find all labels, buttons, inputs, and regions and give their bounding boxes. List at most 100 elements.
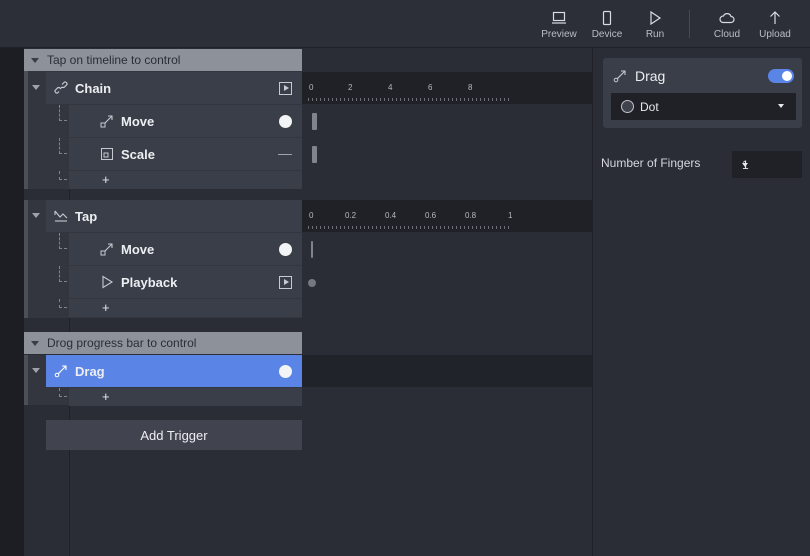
- add-trigger-button[interactable]: Add Trigger: [46, 420, 302, 450]
- collapse-triangle-icon: [31, 57, 39, 63]
- keyframe-bar[interactable]: [311, 241, 313, 258]
- enable-toggle[interactable]: [768, 69, 794, 83]
- drag-arrow-icon: [54, 364, 68, 378]
- tree-connector: [59, 233, 67, 249]
- add-action-row[interactable]: +: [69, 171, 302, 189]
- timeline-tick-label: 6: [428, 83, 433, 92]
- device-button[interactable]: Device: [585, 10, 629, 44]
- timeline-tick-label: 0.2: [345, 211, 357, 220]
- section-header-progress-bar[interactable]: Drog progress bar to control: [24, 332, 302, 354]
- add-action-row[interactable]: +: [69, 388, 302, 406]
- left-gutter: [0, 48, 24, 556]
- cloud-button[interactable]: Cloud: [705, 10, 749, 44]
- fingers-label: Number of Fingers: [601, 156, 701, 170]
- collapse-triangle-icon[interactable]: [32, 213, 40, 218]
- trigger-name: Chain: [75, 80, 112, 96]
- tree-connector: [59, 138, 67, 154]
- group-indent-bar: [24, 71, 28, 189]
- add-action-row[interactable]: +: [69, 299, 302, 317]
- add-action-button[interactable]: +: [102, 388, 110, 406]
- tap-gesture-icon: [54, 209, 68, 223]
- action-row-playback[interactable]: Playback: [69, 266, 302, 298]
- move-arrow-icon: [100, 242, 114, 256]
- group-indent-bar: [24, 355, 28, 405]
- device-label: Device: [591, 29, 623, 40]
- tree-connector: [59, 388, 67, 397]
- target-layer-value: Dot: [640, 99, 659, 114]
- target-layer-select[interactable]: Dot: [611, 93, 796, 120]
- play-box-icon[interactable]: [279, 81, 292, 95]
- collapse-triangle-icon: [31, 340, 39, 346]
- top-toolbar: Preview Device Run Cloud Upload: [0, 0, 810, 48]
- dash-icon[interactable]: [278, 153, 292, 155]
- tree-connector: [59, 299, 67, 308]
- phone-icon: [602, 10, 612, 26]
- trigger-row-drag[interactable]: Drag: [46, 355, 302, 387]
- link-icon: [54, 81, 68, 95]
- action-name: Scale: [121, 146, 155, 162]
- dot-layer-icon: [621, 100, 634, 113]
- section-header-tap-timeline[interactable]: Tap on timeline to control: [24, 49, 302, 71]
- timeline-tick-label: 0.6: [425, 211, 437, 220]
- keyframe-dot[interactable]: [308, 279, 316, 287]
- toolbar-divider: [689, 10, 690, 38]
- fingers-select[interactable]: 1: [732, 151, 802, 178]
- upload-button[interactable]: Upload: [753, 10, 797, 44]
- collapse-triangle-icon[interactable]: [32, 368, 40, 373]
- timeline-tick-label: 1: [508, 211, 513, 220]
- upload-arrow-icon: [770, 11, 780, 24]
- preview-label: Preview: [541, 29, 577, 40]
- play-outline-icon: [100, 275, 114, 289]
- timeline-tick-label: 2: [348, 83, 353, 92]
- action-row-move[interactable]: Move: [69, 233, 302, 265]
- tree-connector: [59, 105, 67, 121]
- timeline-ruler: [308, 98, 510, 101]
- action-row-scale[interactable]: Scale: [69, 138, 302, 170]
- inspector-title-text: Drag: [635, 68, 666, 84]
- timeline-chain[interactable]: 0 2 4 6 8: [302, 72, 592, 104]
- dot-icon[interactable]: [279, 364, 292, 378]
- upload-label: Upload: [759, 29, 791, 40]
- timeline-tick-label: 0: [309, 83, 314, 92]
- action-row-move[interactable]: Move: [69, 105, 302, 137]
- run-button[interactable]: Run: [633, 10, 677, 44]
- timeline-tick-label: 0: [309, 211, 314, 220]
- play-box-icon[interactable]: [279, 275, 292, 289]
- dot-icon[interactable]: [279, 242, 292, 256]
- keyframe-bar[interactable]: [312, 146, 317, 163]
- timeline-tick-label: 0.4: [385, 211, 397, 220]
- trigger-settings-card: Drag Dot: [603, 58, 802, 128]
- inspector-title: Drag: [613, 68, 665, 84]
- trigger-row-tap[interactable]: Tap: [46, 200, 302, 232]
- cloud-icon: [719, 13, 735, 24]
- timeline-drag[interactable]: [302, 355, 592, 387]
- cloud-label: Cloud: [713, 29, 741, 40]
- action-name: Move: [121, 241, 155, 257]
- preview-button[interactable]: Preview: [537, 10, 581, 44]
- timeline-tap[interactable]: 0 0.2 0.4 0.6 0.8 1: [302, 200, 592, 232]
- timeline-ruler: [308, 226, 510, 229]
- trigger-row-chain[interactable]: Chain: [46, 72, 302, 104]
- add-action-button[interactable]: +: [102, 299, 110, 317]
- inspector-panel: Drag Dot Number of Fingers 1: [592, 48, 810, 556]
- scale-box-icon: [100, 147, 114, 161]
- laptop-icon: [552, 11, 566, 24]
- add-action-button[interactable]: +: [102, 171, 110, 189]
- timeline-tick-label: 8: [468, 83, 473, 92]
- move-arrow-icon: [100, 114, 114, 128]
- timeline-tick-label: 0.8: [465, 211, 477, 220]
- trigger-panel: Tap on timeline to control Chain 0 2 4 6…: [24, 48, 592, 556]
- collapse-triangle-icon[interactable]: [32, 85, 40, 90]
- action-name: Move: [121, 113, 155, 129]
- dot-icon[interactable]: [279, 114, 292, 128]
- timeline-tick-label: 4: [388, 83, 393, 92]
- chevron-down-icon: [778, 104, 784, 108]
- tree-connector: [59, 266, 67, 282]
- section-title: Drog progress bar to control: [47, 336, 197, 350]
- drag-arrow-icon: [613, 69, 627, 83]
- section-title: Tap on timeline to control: [47, 53, 181, 67]
- action-name: Playback: [121, 274, 178, 290]
- trigger-name: Drag: [75, 363, 105, 379]
- group-indent-bar: [24, 200, 28, 318]
- keyframe-bar[interactable]: [312, 113, 317, 130]
